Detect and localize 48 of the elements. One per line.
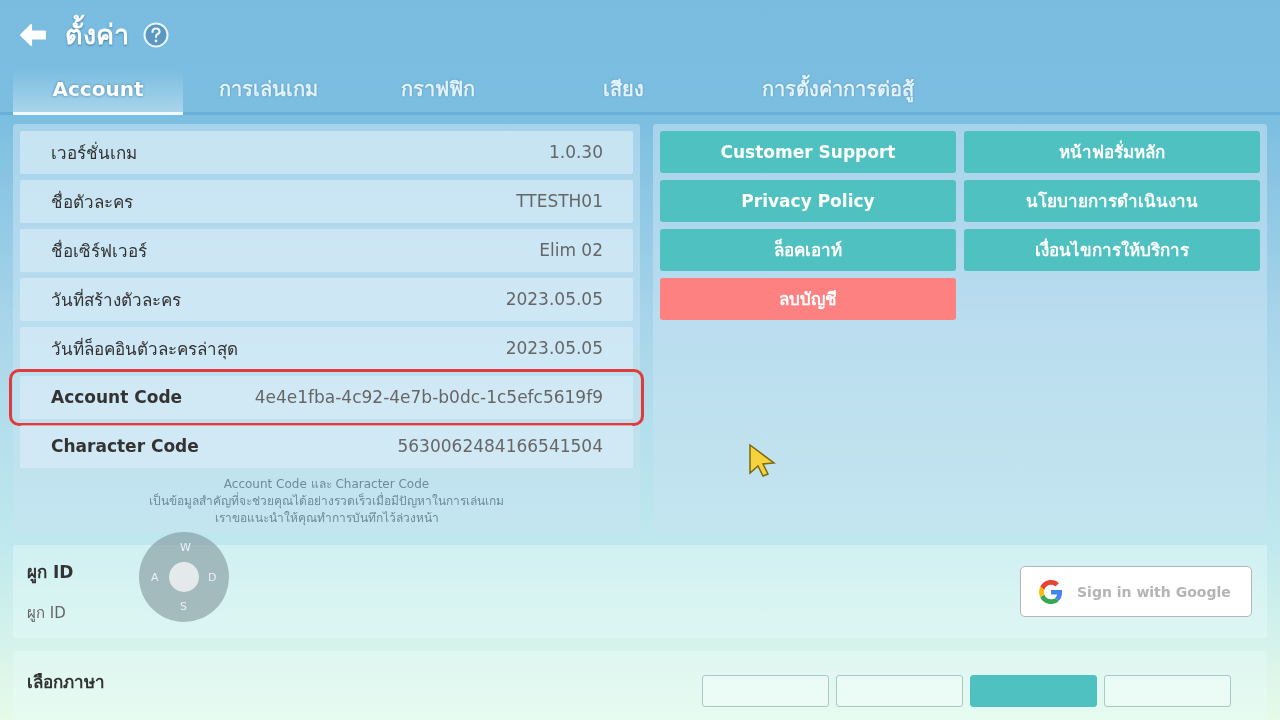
tab[interactable]: เสียง <box>523 69 723 112</box>
info-label: วันที่สร้างตัวละคร <box>50 287 181 312</box>
google-sign-in-button[interactable]: Sign in with Google <box>1020 566 1252 618</box>
section-title: ผูก ID <box>27 561 74 586</box>
link-button[interactable]: Customer Support <box>660 130 956 173</box>
tab[interactable]: การตั้งค่าการต่อสู้ <box>723 69 953 112</box>
back-arrow-icon[interactable] <box>19 22 47 47</box>
info-label: ชื่อตัวละคร <box>50 189 133 214</box>
section-title: เลือกภาษา <box>27 670 105 694</box>
delete-account-button[interactable]: ลบบัญชี <box>660 277 956 320</box>
help-icon[interactable] <box>143 21 169 48</box>
info-label: ชื่อเซิร์ฟเวอร์ <box>50 238 147 263</box>
language-option[interactable] <box>1104 674 1231 707</box>
joystick-key: A <box>151 572 159 584</box>
page-title: ตั้งค่า <box>65 13 129 57</box>
tab[interactable]: กราฟฟิก <box>353 69 523 112</box>
section-subtitle: ผูก ID <box>27 603 67 625</box>
joystick-key: D <box>208 572 217 584</box>
info-value: Elim 02 <box>539 240 603 261</box>
tab[interactable]: Account <box>13 69 183 115</box>
note-text: เป็นข้อมูลสำคัญที่จะช่วยคุณได้อย่างรวดเร็วเมื่อมีปัญหาในการเล่นเกม <box>149 492 504 510</box>
tab[interactable]: การเล่นเกม <box>183 69 353 112</box>
info-label: เวอร์ชั่นเกม <box>50 140 137 165</box>
google-logo <box>1039 579 1063 604</box>
language-option[interactable] <box>836 674 963 707</box>
link-button[interactable]: นโยบายการดำเนินงาน <box>964 179 1260 222</box>
cursor-icon <box>748 443 776 477</box>
link-button[interactable]: ล็อคเอาท์ <box>660 228 956 271</box>
joystick-key: S <box>180 601 187 613</box>
info-value: 5630062484166541504 <box>397 436 603 457</box>
info-value: 4e4e1fba-4c92-4e7b-b0dc-1c5efc5619f9 <box>254 387 603 408</box>
info-label: Character Code <box>50 436 199 457</box>
info-label: วันที่ล็อคอินตัวละครล่าสุด <box>50 336 238 362</box>
note-text: เราขอแนะนำให้คุณทำการบันทึกไว้ล่วงหน้า <box>214 509 439 527</box>
link-button[interactable]: หน้าฟอรั่มหลัก <box>964 130 1260 173</box>
link-button[interactable]: เงื่อนไขการให้บริการ <box>964 228 1260 271</box>
info-label: Account Code <box>50 387 183 408</box>
info-value: 2023.05.05 <box>505 338 603 359</box>
note-text: Account Code และ Character Code <box>223 475 430 492</box>
info-value: 2023.05.05 <box>505 289 603 310</box>
virtual-joystick[interactable]: W A S D <box>139 532 229 622</box>
language-option[interactable] <box>702 674 829 707</box>
link-button[interactable]: Privacy Policy <box>660 179 956 222</box>
info-value: 1.0.30 <box>548 142 603 163</box>
language-option[interactable] <box>970 674 1097 707</box>
joystick-key: W <box>180 542 191 554</box>
joystick-knob[interactable] <box>169 562 199 592</box>
info-value: TTESTH01 <box>516 191 603 212</box>
